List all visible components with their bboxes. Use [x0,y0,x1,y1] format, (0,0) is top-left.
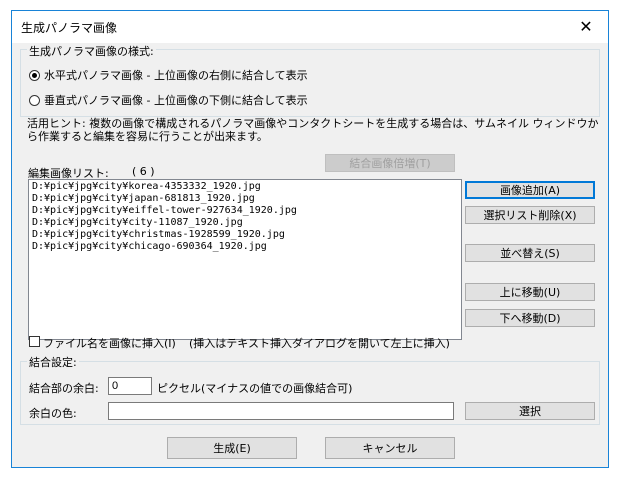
list-item[interactable]: D:¥pic¥jpg¥city¥christmas-1928599_1920.j… [32,229,458,241]
margin-label: 結合部の余白: [29,382,99,395]
window-title: 生成パノラマ画像 [21,21,118,35]
image-list[interactable]: D:¥pic¥jpg¥city¥korea-4353332_1920.jpg D… [28,179,462,340]
insert-filename-note: (挿入はテキスト挿入ダイアログを開いて左上に挿入) [189,337,450,350]
radio-vertical-indicator[interactable] [29,94,40,106]
list-item[interactable]: D:¥pic¥jpg¥city¥city-11087_1920.jpg [32,217,458,229]
color-input[interactable] [108,402,454,420]
radio-vertical[interactable]: 垂直式パノラマ画像 - 上位画像の下側に結合して表示 [29,92,308,108]
generate-button[interactable]: 生成(E) [167,437,297,459]
radio-vertical-label: 垂直式パノラマ画像 - 上位画像の下側に結合して表示 [44,94,308,107]
add-image-button[interactable]: 画像追加(A) [465,181,595,199]
move-up-button[interactable]: 上に移動(U) [465,283,595,301]
list-item[interactable]: D:¥pic¥jpg¥city¥korea-4353332_1920.jpg [32,181,458,193]
sort-button[interactable]: 並べ替え(S) [465,244,595,262]
remove-selected-button[interactable]: 選択リスト削除(X) [465,206,595,224]
hint-text: 活用ヒント: 複数の画像で構成されるパノラマ画像やコンタクトシートを生成する場合… [27,117,599,143]
list-item[interactable]: D:¥pic¥jpg¥city¥japan-681813_1920.jpg [32,193,458,205]
list-item[interactable]: D:¥pic¥jpg¥city¥eiffel-tower-927634_1920… [32,205,458,217]
dialog-window: 生成パノラマ画像 ✕ 生成パノラマ画像の様式: 水平式パノラマ画像 - 上位画像… [11,10,609,468]
edit-list-count: ( 6 ) [132,165,155,178]
radio-horizontal-label: 水平式パノラマ画像 - 上位画像の右側に結合して表示 [44,69,308,82]
color-label: 余白の色: [29,407,77,420]
style-group-label: 生成パノラマ画像の様式: [27,43,156,59]
margin-input[interactable] [108,377,152,395]
cancel-button[interactable]: キャンセル [325,437,455,459]
list-item[interactable]: D:¥pic¥jpg¥city¥chicago-690364_1920.jpg [32,241,458,253]
radio-horizontal-indicator[interactable] [29,69,40,81]
merge-settings-label: 結合設定: [27,354,79,370]
radio-horizontal[interactable]: 水平式パノラマ画像 - 上位画像の右側に結合して表示 [29,67,308,83]
insert-filename-checkbox[interactable] [29,336,40,347]
close-icon[interactable]: ✕ [564,11,608,41]
choose-color-button[interactable]: 選択 [465,402,595,420]
merge-ratio-button[interactable]: 結合画像倍増(T) [325,154,455,172]
move-down-button[interactable]: 下へ移動(D) [465,309,595,327]
insert-filename-label[interactable]: ファイル名を画像に挿入(I) [43,335,176,351]
margin-unit-label: ピクセル(マイナスの値での画像結合可) [157,382,353,395]
title-bar: 生成パノラマ画像 ✕ [12,11,608,43]
